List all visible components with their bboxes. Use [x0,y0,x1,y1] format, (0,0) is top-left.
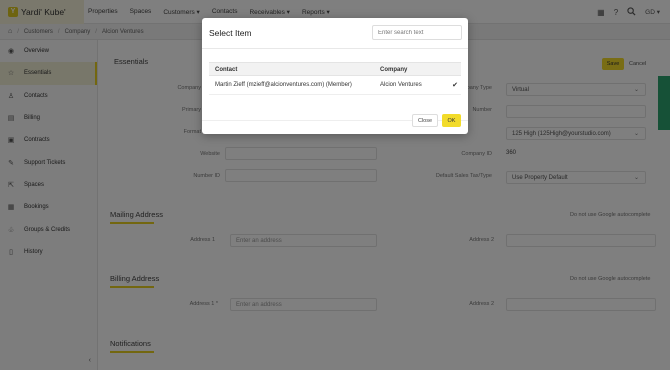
item-table: Contact Company Martin Zieff (mzieff@alc… [209,62,461,95]
table-row[interactable]: Martin Zieff (mzieff@alcionventures.com)… [209,76,461,95]
column-header-contact: Contact [215,67,238,73]
cell-company: Alcion Ventures [380,82,422,88]
table-header: Contact Company [209,62,461,76]
checkmark-icon: ✔ [452,82,458,89]
ok-button[interactable]: OK [442,114,461,127]
dialog-title: Select Item [209,28,252,38]
search-input[interactable] [372,25,462,40]
column-header-company: Company [380,67,408,73]
divider [202,48,468,49]
cell-contact: Martin Zieff (mzieff@alcionventures.com)… [215,82,352,88]
close-button[interactable]: Close [412,114,438,127]
select-item-dialog: Select Item Contact Company Martin Zieff… [202,18,468,134]
